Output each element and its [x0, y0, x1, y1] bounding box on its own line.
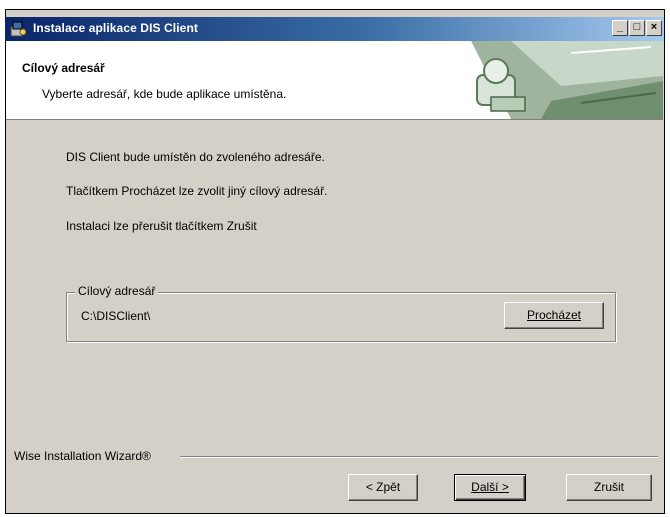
- next-button[interactable]: Další >: [454, 474, 526, 501]
- cancel-button-label: Zrušit: [594, 480, 624, 494]
- wizard-header: Cílový adresář Vyberte adresář, kde bude…: [6, 41, 663, 120]
- title-bar[interactable]: Instalace aplikace DIS Client _ □ ×: [5, 17, 664, 41]
- info-text-destination: DIS Client bude umístěn do zvoleného adr…: [66, 150, 325, 164]
- cancel-button[interactable]: Zrušit: [566, 474, 652, 501]
- back-button[interactable]: < Zpět: [348, 474, 418, 501]
- browse-button-label: Procházet: [526, 308, 582, 322]
- info-text-browse: Tlačítkem Procházet lze zvolit jiný cílo…: [66, 184, 328, 198]
- page-subtitle: Vyberte adresář, kde bude aplikace umíst…: [42, 87, 287, 101]
- back-button-label: < Zpět: [365, 480, 401, 494]
- next-button-label: Další >: [471, 480, 509, 494]
- minimize-button[interactable]: _: [612, 20, 628, 36]
- page-title: Cílový adresář: [22, 61, 105, 75]
- window-title: Instalace aplikace DIS Client: [33, 21, 198, 35]
- close-button[interactable]: ×: [646, 20, 662, 36]
- footer-separator: [180, 456, 658, 458]
- maximize-button[interactable]: □: [629, 20, 645, 36]
- installer-app-icon: [10, 21, 27, 37]
- group-legend: Cílový adresář: [75, 284, 159, 298]
- wise-brand-label: Wise Installation Wizard®: [14, 449, 151, 463]
- browse-button[interactable]: Procházet: [504, 302, 604, 329]
- destination-path: C:\DISClient\: [81, 309, 151, 323]
- info-text-cancel: Instalaci lze přerušit tlačítkem Zrušit: [66, 219, 257, 233]
- wizard-banner-image: [451, 41, 663, 119]
